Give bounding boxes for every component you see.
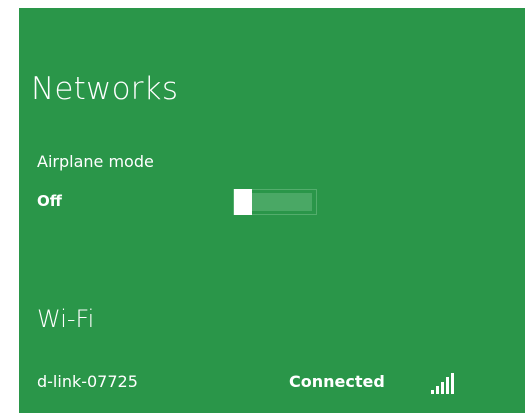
toggle-thumb[interactable] [234,189,252,215]
airplane-mode-state: Off [37,192,62,210]
signal-bar-4 [446,377,449,394]
toggle-track [252,193,312,211]
airplane-mode-toggle[interactable] [233,189,317,215]
signal-bar-5 [451,373,454,394]
signal-bar-2 [436,386,439,394]
wifi-section-title: Wi-Fi [37,305,95,333]
network-name: d-link-07725 [37,372,138,391]
network-item-d-link-07725[interactable]: d-link-07725 Connected [19,372,525,398]
signal-bar-3 [441,382,444,394]
pane-title: Networks [31,71,179,107]
airplane-mode-label: Airplane mode [37,152,154,171]
wifi-signal-icon [431,372,459,394]
networks-pane: Networks Airplane mode Off Wi-Fi d-link-… [19,8,525,413]
signal-bar-1 [431,390,434,394]
network-status: Connected [289,372,385,391]
